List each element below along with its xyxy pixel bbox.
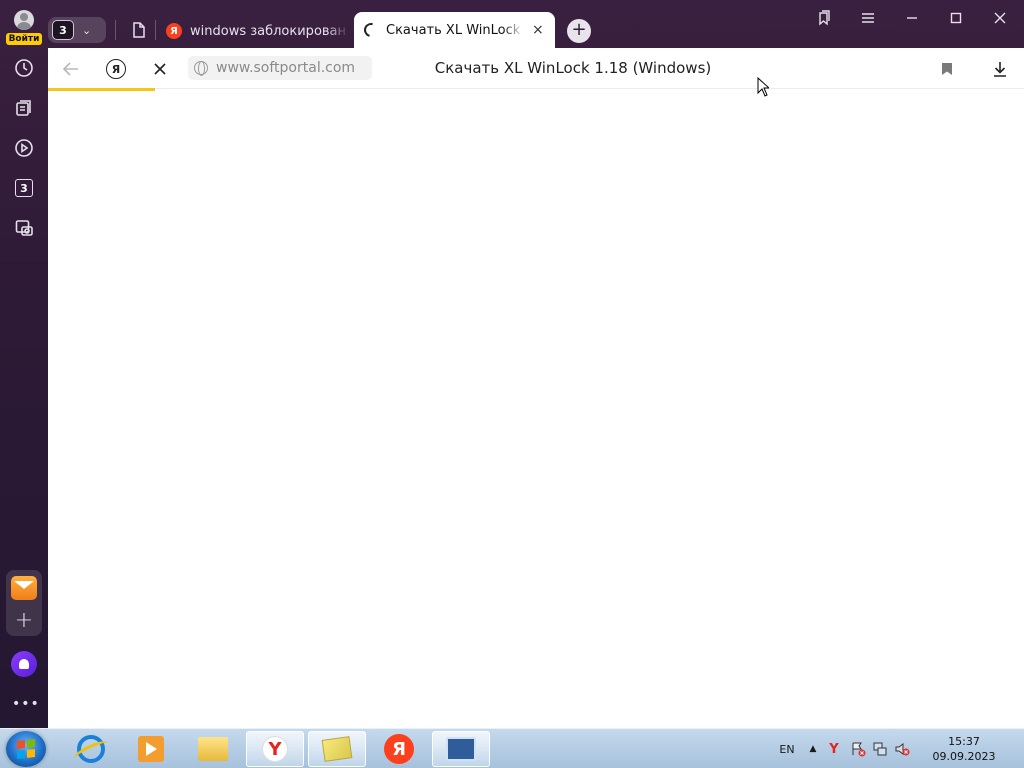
screenshot-icon xyxy=(15,220,33,236)
bookmark-icon xyxy=(942,63,952,75)
taskbar-app-yandex[interactable]: Я xyxy=(370,731,428,767)
language-indicator[interactable]: EN xyxy=(774,729,800,768)
start-button[interactable] xyxy=(6,731,46,767)
system-tray: EN ▲ Y 15:37 09.09.2023 xyxy=(774,729,1024,768)
tab-count: 3 xyxy=(52,20,74,40)
maximize-icon xyxy=(950,12,962,24)
taskbar-app-control-panel[interactable] xyxy=(432,731,490,767)
sidebar-item-screenshot[interactable] xyxy=(8,212,40,244)
tab-windows-blocked[interactable]: Я windows заблокирован ск xyxy=(160,16,350,46)
tab-title: Скачать XL WinLock 1.1 xyxy=(386,22,524,38)
taskbar-app-internet-explorer[interactable] xyxy=(62,731,120,767)
folder-icon xyxy=(198,737,228,761)
bookmark-button[interactable] xyxy=(935,57,959,81)
taskbar-app-yandex-browser[interactable]: Y xyxy=(246,731,304,767)
sidebar-item-collections[interactable] xyxy=(8,92,40,124)
close-tab-icon[interactable]: × xyxy=(532,22,544,38)
page-title: Скачать XL WinLock 1.18 (Windows) xyxy=(434,59,712,77)
tray-yandex-icon[interactable]: Y xyxy=(824,729,844,768)
login-label[interactable]: Войти xyxy=(6,33,42,45)
arrow-left-icon xyxy=(63,62,78,76)
alice-assistant-icon[interactable] xyxy=(11,651,37,677)
minimize-button[interactable] xyxy=(892,6,932,30)
clock[interactable]: 15:37 09.09.2023 xyxy=(924,729,1004,768)
tray-action-center-icon[interactable] xyxy=(848,729,868,768)
yandex-icon: Я xyxy=(166,23,182,39)
globe-icon xyxy=(194,61,208,76)
tab-title: windows заблокирован ск xyxy=(190,23,350,39)
address-toolbar: Я www.softportal.com Скачать XL WinLock … xyxy=(48,48,1024,89)
bookmarks-stack-icon xyxy=(819,10,830,26)
taskbar-app-media-player[interactable] xyxy=(122,731,180,767)
url-text: www.softportal.com xyxy=(216,60,356,76)
yandex-home-button[interactable]: Я xyxy=(104,57,128,81)
play-icon xyxy=(15,139,33,157)
mail-icon[interactable] xyxy=(11,576,37,600)
maximize-button[interactable] xyxy=(936,6,976,30)
sidebar-item-history[interactable] xyxy=(8,52,40,84)
bookmarks-panel-button[interactable] xyxy=(804,6,844,30)
minimize-icon xyxy=(907,17,917,19)
clock-icon xyxy=(15,59,33,77)
taskbar-app-explorer[interactable] xyxy=(184,731,242,767)
close-window-button[interactable] xyxy=(980,6,1020,30)
chevron-down-icon: ⌄ xyxy=(82,23,92,37)
flag-alert-icon xyxy=(852,742,866,757)
avatar-icon xyxy=(14,10,34,30)
media-player-icon xyxy=(138,736,164,762)
loading-spinner-icon xyxy=(361,20,381,40)
sidebar-item-tabs[interactable]: 3 xyxy=(8,172,40,204)
stop-loading-button[interactable] xyxy=(148,57,172,81)
tab-counter-icon: 3 xyxy=(15,179,33,197)
sidebar-item-video[interactable] xyxy=(8,132,40,164)
menu-button[interactable] xyxy=(848,6,888,30)
clock-time: 15:37 xyxy=(948,735,980,748)
hamburger-icon xyxy=(862,13,874,23)
yandex-icon: Я xyxy=(384,734,414,764)
more-menu-icon[interactable]: ••• xyxy=(12,696,39,712)
sidebar: Войти 3 + ••• xyxy=(0,0,48,728)
tab-divider xyxy=(155,20,156,40)
sticky-notes-icon xyxy=(321,736,353,762)
network-icon xyxy=(873,742,887,756)
page-viewport[interactable]: Я www.softportal.com Скачать XL WinLock … xyxy=(48,48,1024,728)
yandex-browser-icon: Y xyxy=(262,736,288,762)
tray-network-icon[interactable] xyxy=(870,729,890,768)
add-app-button[interactable]: + xyxy=(8,604,40,636)
downloads-button[interactable] xyxy=(988,57,1012,81)
tab-divider xyxy=(115,20,116,40)
document-icon xyxy=(133,22,145,38)
yandex-y-glyph: Y xyxy=(829,741,839,757)
show-hidden-icons-icon[interactable]: ▲ xyxy=(806,729,820,768)
download-icon xyxy=(994,62,1006,77)
clock-date: 09.09.2023 xyxy=(932,750,996,763)
pinned-tab-document[interactable] xyxy=(126,18,152,42)
plus-icon: + xyxy=(14,607,34,633)
url-field[interactable]: www.softportal.com xyxy=(188,56,372,80)
close-icon xyxy=(154,63,166,75)
internet-explorer-icon xyxy=(77,735,105,763)
taskbar-app-sticky-notes[interactable] xyxy=(308,731,366,767)
windows-taskbar: Y Я EN ▲ Y 15:37 09.09.2023 xyxy=(0,728,1024,768)
page-load-progress xyxy=(48,88,156,91)
mouse-cursor-icon xyxy=(757,77,769,97)
volume-muted-icon xyxy=(895,743,910,756)
tab-counter-button[interactable]: 3 ⌄ xyxy=(48,17,106,43)
control-panel-icon xyxy=(446,737,476,761)
back-button[interactable] xyxy=(59,57,83,81)
collections-icon xyxy=(16,100,31,116)
tab-active-softportal[interactable]: Скачать XL WinLock 1.1 × xyxy=(354,12,555,48)
yandex-logo-icon: Я xyxy=(106,59,126,79)
new-tab-button[interactable]: + xyxy=(567,19,591,43)
tray-volume-icon[interactable] xyxy=(892,729,912,768)
close-icon xyxy=(994,12,1006,24)
